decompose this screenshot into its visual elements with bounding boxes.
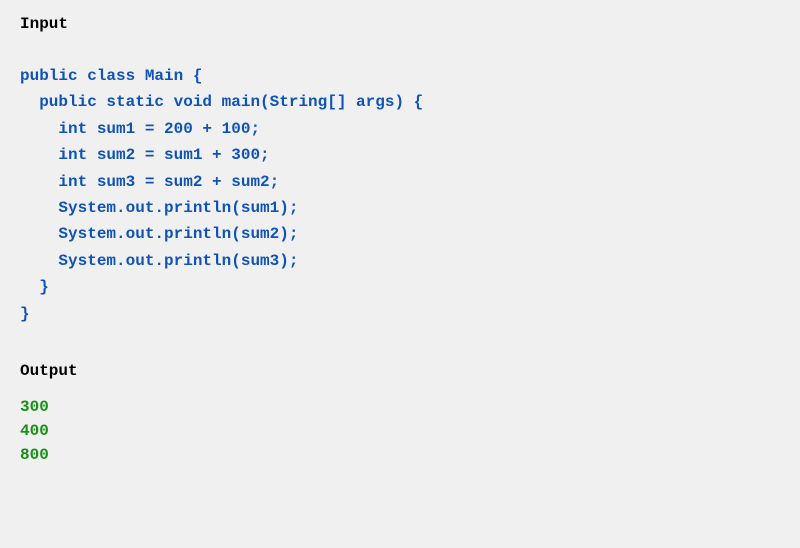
output-line: 800 <box>20 443 780 467</box>
input-title: Input <box>20 15 780 33</box>
output-block: 300 400 800 <box>20 395 780 467</box>
output-title: Output <box>20 362 780 380</box>
code-line: int sum1 = 200 + 100; <box>20 116 780 142</box>
code-line: } <box>20 301 780 327</box>
code-block: public class Main { public static void m… <box>20 63 780 327</box>
output-line: 300 <box>20 395 780 419</box>
code-line: System.out.println(sum2); <box>20 221 780 247</box>
output-line: 400 <box>20 419 780 443</box>
code-line: } <box>20 274 780 300</box>
code-line: System.out.println(sum3); <box>20 248 780 274</box>
code-line: public static void main(String[] args) { <box>20 89 780 115</box>
code-line: System.out.println(sum1); <box>20 195 780 221</box>
code-line: int sum3 = sum2 + sum2; <box>20 169 780 195</box>
code-line: public class Main { <box>20 63 780 89</box>
code-line: int sum2 = sum1 + 300; <box>20 142 780 168</box>
